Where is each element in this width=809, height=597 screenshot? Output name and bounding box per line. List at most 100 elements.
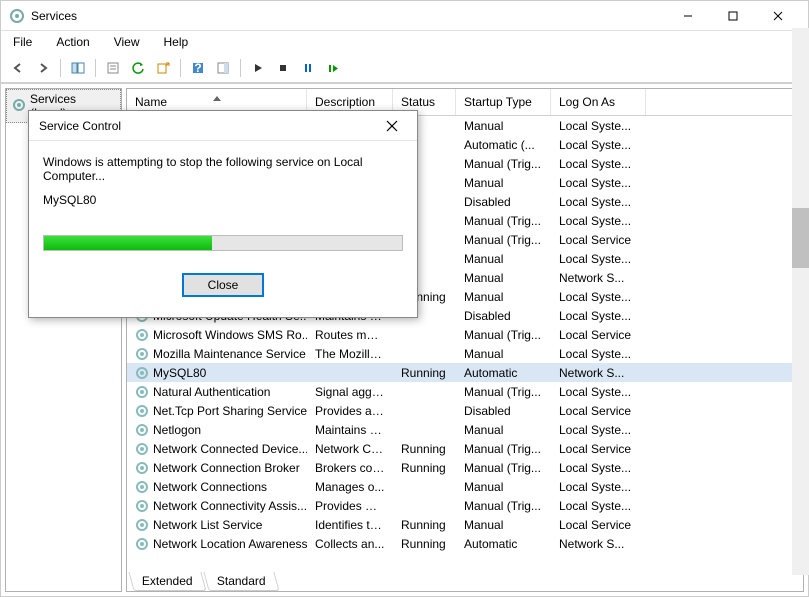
cell-startup-type: Manual	[456, 479, 551, 495]
service-row[interactable]: Microsoft Windows SMS Ro...Routes mes...…	[127, 325, 803, 344]
cell-name: Net.Tcp Port Sharing Service	[127, 403, 307, 419]
close-button[interactable]: Close	[182, 273, 265, 297]
services-icon	[12, 98, 26, 115]
service-row[interactable]: Net.Tcp Port Sharing ServiceProvides abi…	[127, 401, 803, 420]
dialog-body: Windows is attempting to stop the follow…	[29, 141, 417, 317]
start-service-button[interactable]	[247, 57, 269, 79]
refresh-button[interactable]	[127, 57, 149, 79]
service-icon	[135, 328, 149, 342]
cell-startup-type: Automatic	[456, 365, 551, 381]
cell-startup-type: Automatic (...	[456, 137, 551, 153]
cell-description: Brokers con...	[307, 460, 393, 476]
stop-service-button[interactable]	[272, 57, 294, 79]
service-icon	[135, 480, 149, 494]
cell-startup-type: Automatic	[456, 536, 551, 552]
dialog-close-button[interactable]	[377, 112, 407, 140]
cell-log-on-as: Local Syste...	[551, 118, 646, 134]
service-row[interactable]: Network Location AwarenessCollects an...…	[127, 534, 803, 553]
toolbar-separator	[95, 59, 96, 77]
vertical-scrollbar[interactable]	[792, 28, 809, 575]
service-name-text: Network Connectivity Assis...	[153, 499, 307, 513]
service-name-text: MySQL80	[153, 366, 206, 380]
cell-name: Microsoft Windows SMS Ro...	[127, 327, 307, 343]
cell-log-on-as: Local Syste...	[551, 213, 646, 229]
cell-log-on-as: Local Syste...	[551, 194, 646, 210]
service-row[interactable]: Network List ServiceIdentifies th...Runn…	[127, 515, 803, 534]
service-icon	[135, 385, 149, 399]
menu-action[interactable]: Action	[52, 33, 93, 51]
toolbar: ?	[1, 53, 808, 83]
maximize-button[interactable]	[710, 2, 755, 30]
minimize-button[interactable]	[665, 2, 710, 30]
service-icon	[135, 499, 149, 513]
service-name-text: Network List Service	[153, 518, 262, 532]
menu-view[interactable]: View	[110, 33, 144, 51]
cell-status	[393, 334, 456, 336]
cell-name: MySQL80	[127, 365, 307, 381]
service-name-text: Network Location Awareness	[153, 537, 307, 551]
pause-service-button[interactable]	[297, 57, 319, 79]
toolbar-separator	[240, 59, 241, 77]
service-row[interactable]: Network ConnectionsManages o...ManualLoc…	[127, 477, 803, 496]
service-row[interactable]: Network Connection BrokerBrokers con...R…	[127, 458, 803, 477]
cell-startup-type: Manual (Trig...	[456, 213, 551, 229]
service-row[interactable]: Mozilla Maintenance ServiceThe Mozilla .…	[127, 344, 803, 363]
restart-service-button[interactable]	[322, 57, 344, 79]
cell-name: Network Connected Device...	[127, 441, 307, 457]
cell-name: Network Connections	[127, 479, 307, 495]
menubar: File Action View Help	[1, 31, 808, 53]
cell-status: Running	[393, 517, 456, 533]
service-row[interactable]: Network Connectivity Assis...Provides Di…	[127, 496, 803, 515]
tab-label: Extended	[142, 574, 193, 588]
cell-startup-type: Manual	[456, 289, 551, 305]
show-hide-tree-button[interactable]	[67, 57, 89, 79]
window-controls	[665, 2, 800, 30]
forward-button[interactable]	[32, 57, 54, 79]
service-icon	[135, 347, 149, 361]
svg-text:?: ?	[194, 61, 201, 75]
menu-file[interactable]: File	[9, 33, 36, 51]
cell-name: Network Location Awareness	[127, 536, 307, 552]
cell-startup-type: Manual	[456, 422, 551, 438]
service-row[interactable]: NetlogonMaintains a ...ManualLocal Syste…	[127, 420, 803, 439]
titlebar: Services	[1, 1, 808, 31]
cell-startup-type: Manual	[456, 346, 551, 362]
column-header-log-on-as[interactable]: Log On As	[551, 89, 646, 115]
column-label: Name	[135, 95, 167, 109]
service-row[interactable]: MySQL80RunningAutomaticNetwork S...	[127, 363, 803, 382]
toolbar-separator	[180, 59, 181, 77]
back-button[interactable]	[7, 57, 29, 79]
cell-status: Running	[393, 536, 456, 552]
service-name-text: Net.Tcp Port Sharing Service	[153, 404, 307, 418]
cell-name: Natural Authentication	[127, 384, 307, 400]
service-row[interactable]: Natural AuthenticationSignal aggr...Manu…	[127, 382, 803, 401]
service-icon	[135, 461, 149, 475]
action-pane-button[interactable]	[212, 57, 234, 79]
tab-extended[interactable]: Extended	[128, 572, 206, 591]
menu-help[interactable]: Help	[160, 33, 193, 51]
tab-standard[interactable]: Standard	[203, 572, 279, 591]
scrollbar-thumb[interactable]	[792, 208, 809, 268]
progress-bar	[43, 235, 403, 251]
close-button[interactable]	[755, 2, 800, 30]
cell-startup-type: Manual	[456, 251, 551, 267]
service-icon	[135, 404, 149, 418]
column-header-startup-type[interactable]: Startup Type	[456, 89, 551, 115]
cell-startup-type: Manual	[456, 175, 551, 191]
cell-description: Provides Dir...	[307, 498, 393, 514]
help-button[interactable]: ?	[187, 57, 209, 79]
cell-log-on-as: Local Service	[551, 517, 646, 533]
service-icon	[135, 537, 149, 551]
cell-status	[393, 391, 456, 393]
cell-startup-type: Manual (Trig...	[456, 498, 551, 514]
cell-log-on-as: Local Syste...	[551, 346, 646, 362]
cell-name: Netlogon	[127, 422, 307, 438]
dialog-title: Service Control	[39, 119, 377, 133]
cell-log-on-as: Local Service	[551, 327, 646, 343]
export-button[interactable]	[152, 57, 174, 79]
service-row[interactable]: Network Connected Device...Network Co...…	[127, 439, 803, 458]
cell-status	[393, 486, 456, 488]
properties-button[interactable]	[102, 57, 124, 79]
cell-status	[393, 429, 456, 431]
cell-startup-type: Disabled	[456, 403, 551, 419]
